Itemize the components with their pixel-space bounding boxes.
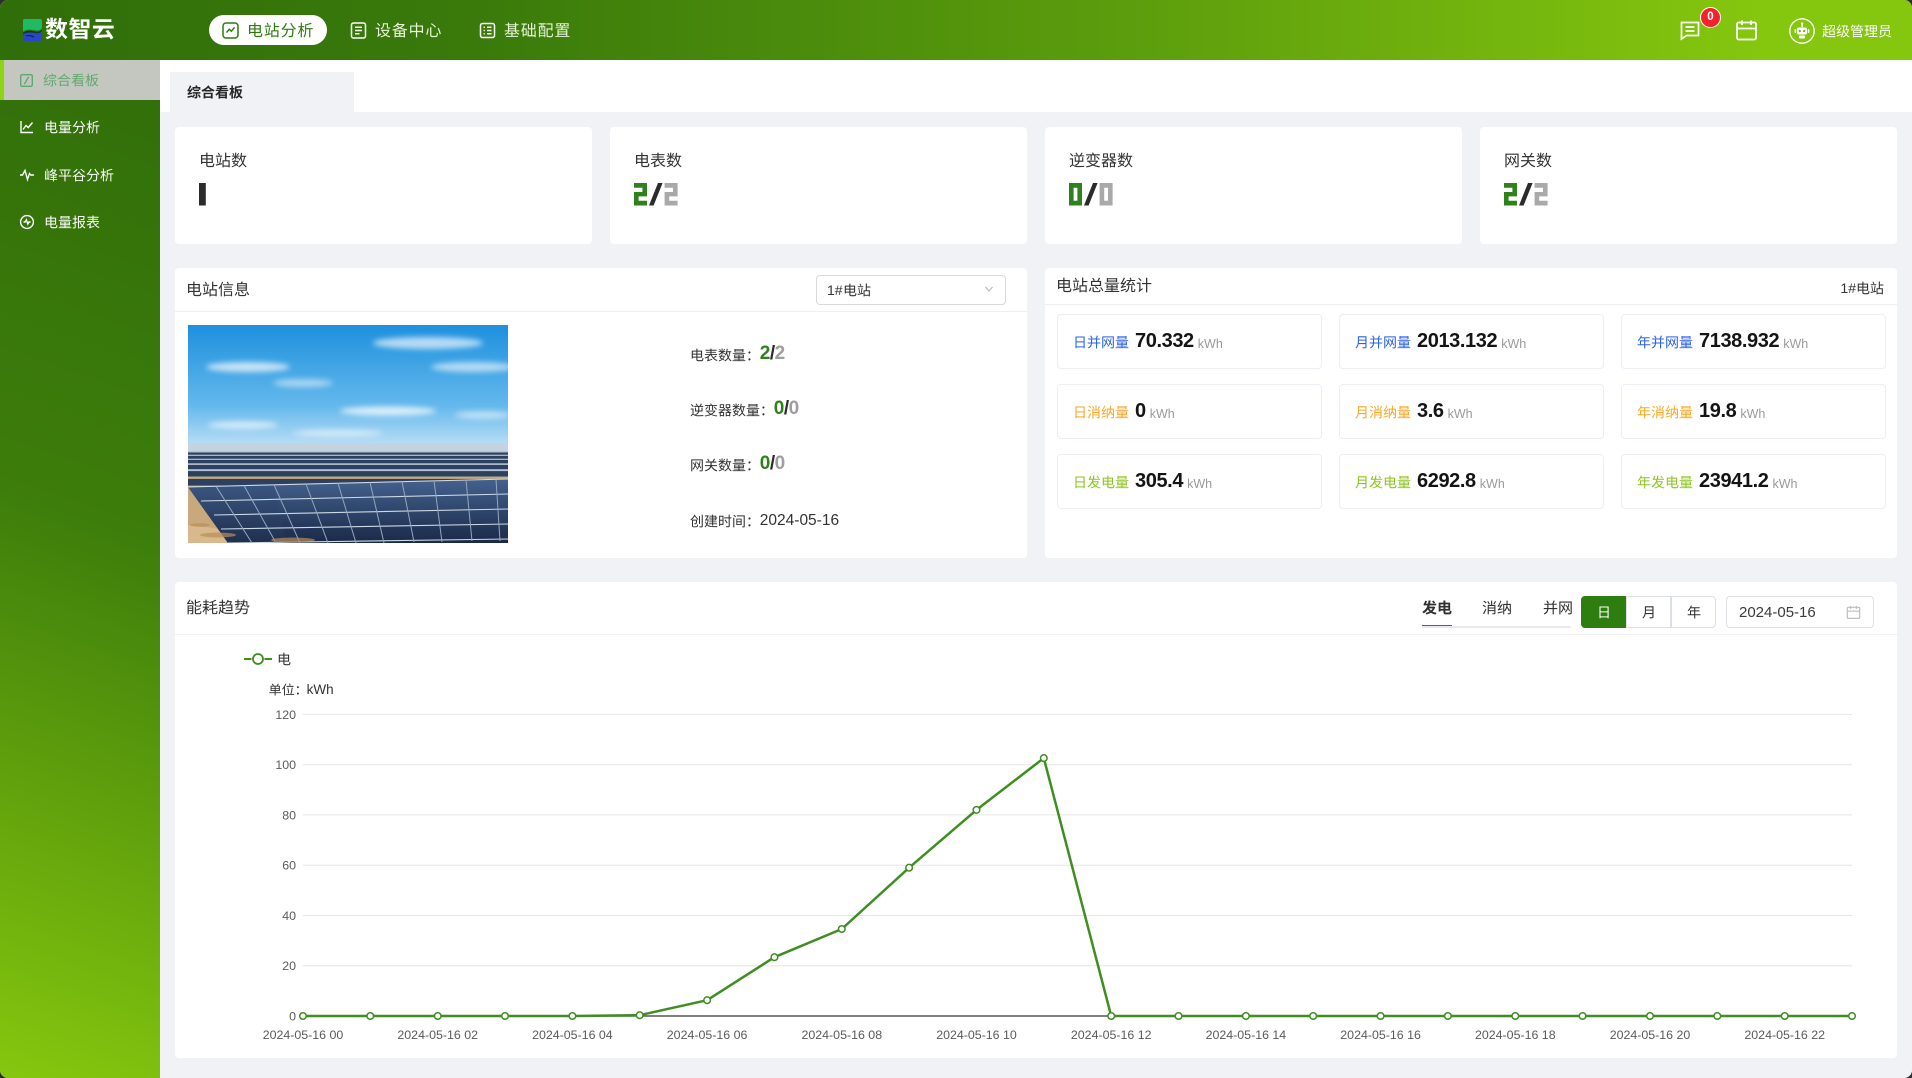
svg-text:2024-05-16 18: 2024-05-16 18 — [1475, 1028, 1556, 1042]
svg-text:80: 80 — [282, 808, 296, 822]
svg-text:2024-05-16 04: 2024-05-16 04 — [532, 1028, 613, 1042]
svg-text:2024-05-16 12: 2024-05-16 12 — [1071, 1028, 1152, 1042]
svg-text:100: 100 — [275, 758, 296, 772]
svg-text:2024-05-16 06: 2024-05-16 06 — [667, 1028, 748, 1042]
svg-text:20: 20 — [282, 959, 296, 973]
svg-text:2024-05-16 16: 2024-05-16 16 — [1340, 1028, 1421, 1042]
svg-text:2024-05-16 08: 2024-05-16 08 — [801, 1028, 882, 1042]
svg-text:2024-05-16 20: 2024-05-16 20 — [1610, 1028, 1691, 1042]
svg-text:2024-05-16 22: 2024-05-16 22 — [1744, 1028, 1825, 1042]
svg-text:120: 120 — [275, 708, 296, 722]
svg-text:2024-05-16 00: 2024-05-16 00 — [263, 1028, 344, 1042]
svg-text:2024-05-16 14: 2024-05-16 14 — [1206, 1028, 1287, 1042]
svg-text:2024-05-16 10: 2024-05-16 10 — [936, 1028, 1017, 1042]
svg-text:0: 0 — [289, 1010, 296, 1024]
svg-text:40: 40 — [282, 909, 296, 923]
svg-text:2024-05-16 02: 2024-05-16 02 — [397, 1028, 478, 1042]
svg-text:60: 60 — [282, 859, 296, 873]
